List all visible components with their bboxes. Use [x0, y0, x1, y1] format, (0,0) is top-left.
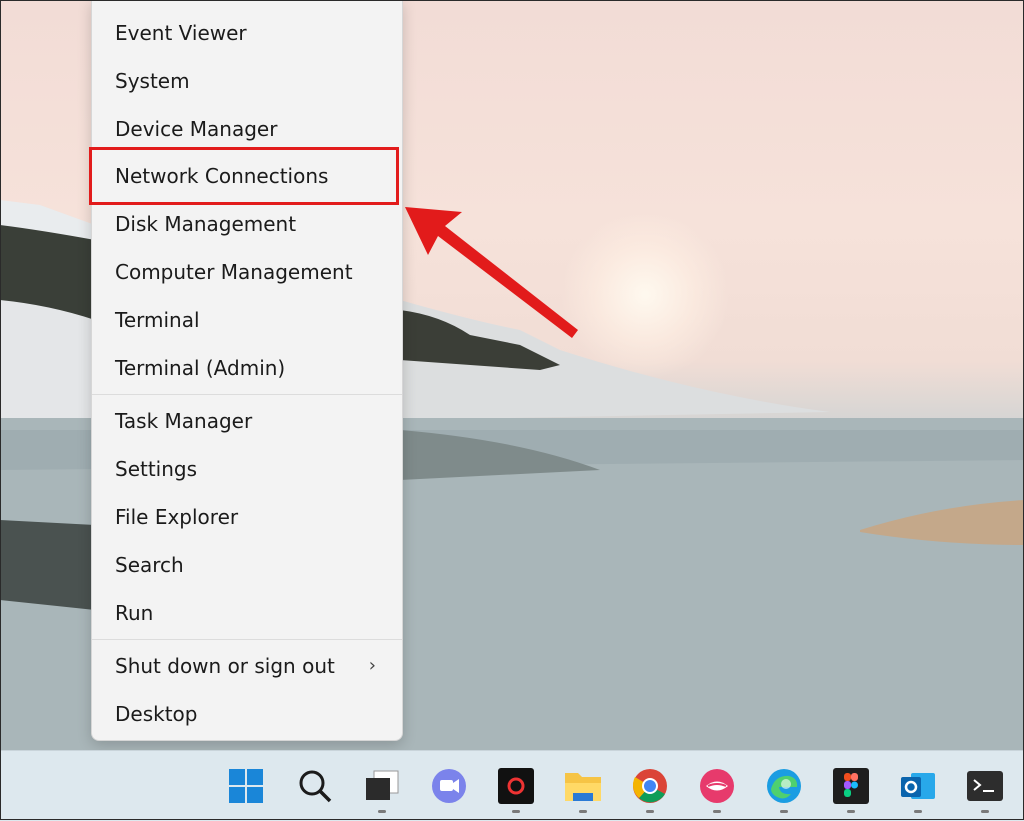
taskbar: [0, 750, 1024, 821]
highlight-box: [89, 147, 399, 205]
menu-item-run[interactable]: Run: [92, 591, 402, 635]
menu-separator: [92, 394, 402, 395]
search-icon[interactable]: [295, 766, 335, 806]
menu-item-terminal[interactable]: Terminal: [92, 298, 402, 342]
menu-item-event-viewer[interactable]: Event Viewer: [92, 11, 402, 55]
running-indicator: [981, 810, 989, 813]
running-indicator: [847, 810, 855, 813]
app-black-icon[interactable]: [496, 766, 536, 806]
windows-start-icon[interactable]: [226, 766, 266, 806]
outlook-icon[interactable]: [898, 766, 938, 806]
winx-context-menu: Event Viewer System Device Manager Netwo…: [91, 0, 403, 741]
menu-item-terminal-admin[interactable]: Terminal (Admin): [92, 346, 402, 390]
running-indicator: [512, 810, 520, 813]
menu-item-computer-management[interactable]: Computer Management: [92, 250, 402, 294]
menu-item-system[interactable]: System: [92, 59, 402, 103]
running-indicator: [378, 810, 386, 813]
menu-separator: [92, 639, 402, 640]
menu-item-file-explorer[interactable]: File Explorer: [92, 495, 402, 539]
teams-chat-icon[interactable]: [429, 766, 469, 806]
task-view-icon[interactable]: [362, 766, 402, 806]
running-indicator: [914, 810, 922, 813]
menu-item-desktop[interactable]: Desktop: [92, 692, 402, 736]
terminal-icon[interactable]: [965, 766, 1005, 806]
menu-item-settings[interactable]: Settings: [92, 447, 402, 491]
edge-icon[interactable]: [764, 766, 804, 806]
running-indicator: [780, 810, 788, 813]
menu-item-disk-management[interactable]: Disk Management: [92, 202, 402, 246]
menu-item-search[interactable]: Search: [92, 543, 402, 587]
running-indicator: [713, 810, 721, 813]
figma-icon[interactable]: [831, 766, 871, 806]
menu-item-device-manager[interactable]: Device Manager: [92, 107, 402, 151]
app-lips-icon[interactable]: [697, 766, 737, 806]
menu-item-task-manager[interactable]: Task Manager: [92, 399, 402, 443]
running-indicator: [646, 810, 654, 813]
file-explorer-icon[interactable]: [563, 766, 603, 806]
chevron-right-icon: ›: [368, 655, 376, 676]
running-indicator: [579, 810, 587, 813]
chrome-icon[interactable]: [630, 766, 670, 806]
menu-item-shut-down-or-sign-out[interactable]: Shut down or sign out ›: [92, 644, 402, 688]
